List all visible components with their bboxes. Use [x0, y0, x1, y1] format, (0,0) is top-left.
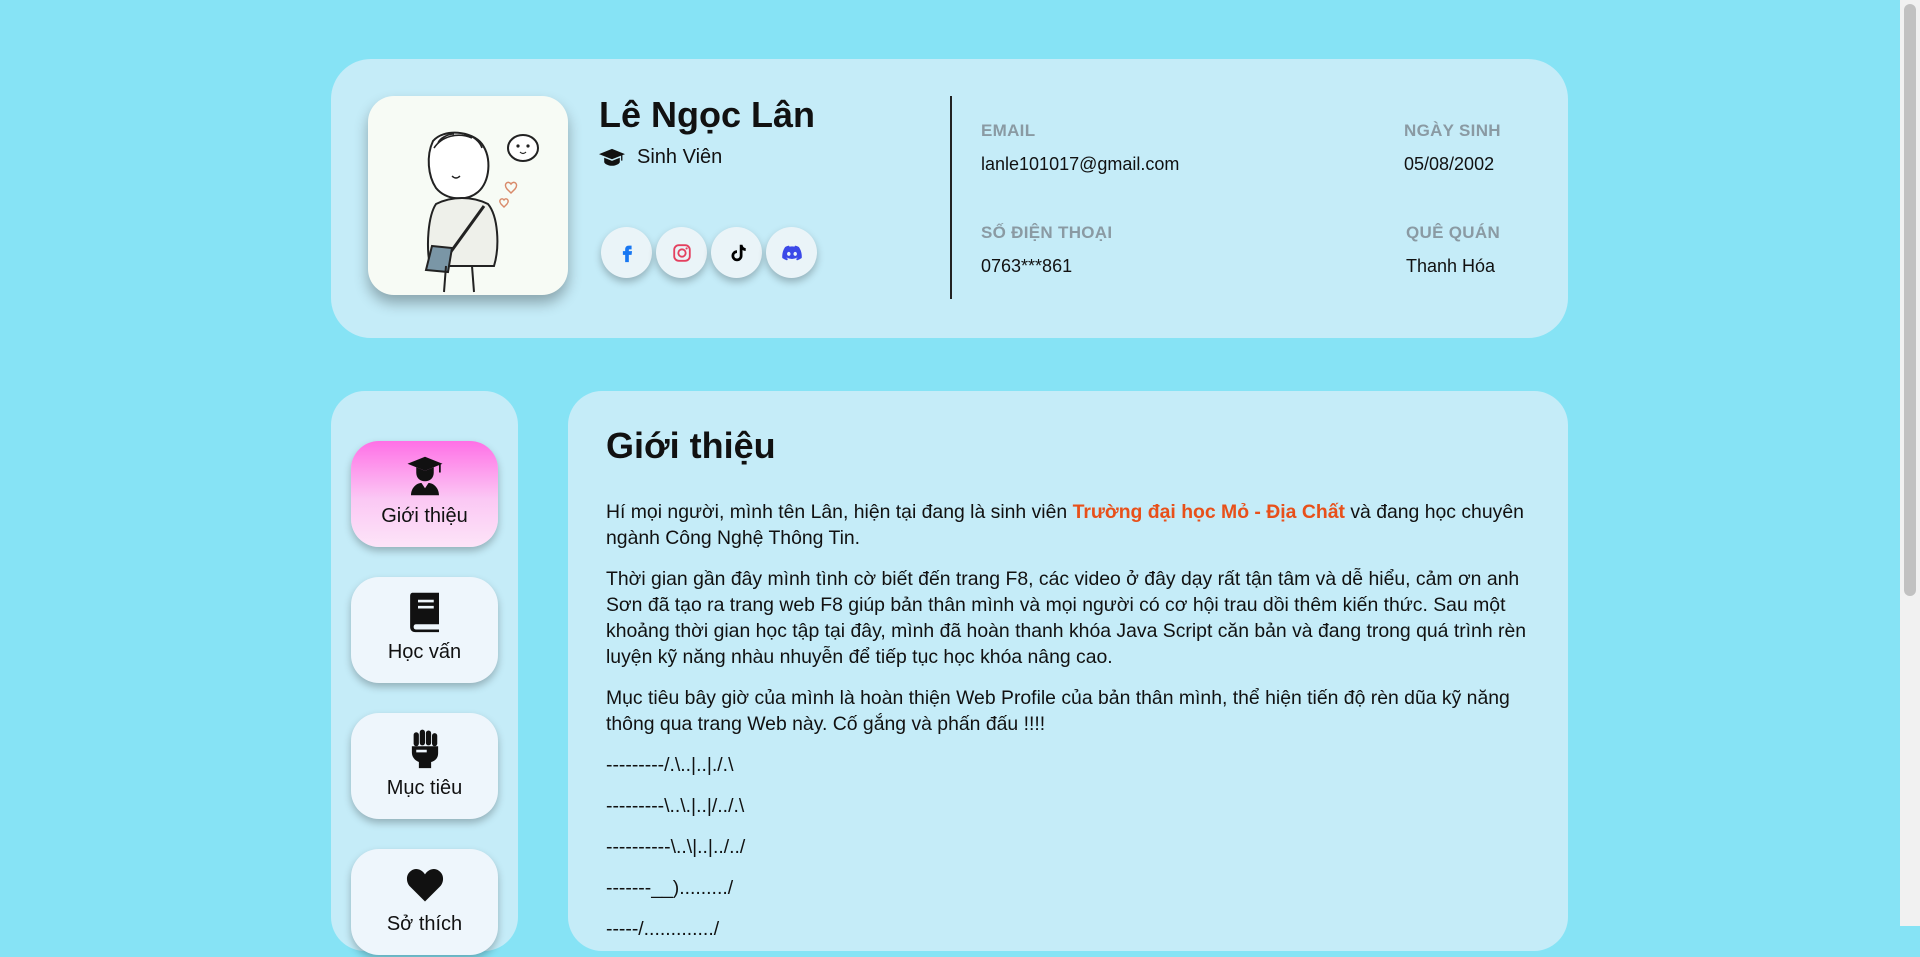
- email-info: EMAIL lanle101017@gmail.com: [981, 121, 1179, 175]
- dob-info: NGÀY SINH 05/08/2002: [1404, 121, 1501, 175]
- phone-value: 0763***861: [981, 256, 1073, 276]
- instagram-icon: [672, 243, 691, 262]
- hometown-value: Thanh Hóa: [1406, 256, 1496, 276]
- side-nav: Giới thiệu Học vấn Mục tiêu Sở thích: [331, 391, 518, 955]
- content-body: Hí mọi người, mình tên Lân, hiện tại đan…: [606, 499, 1536, 957]
- heart-icon: [406, 869, 443, 902]
- ascii-line-2: ---------\..\.|..|/../.\: [606, 795, 745, 817]
- nav-item-hoc-van[interactable]: Học vấn: [351, 577, 498, 683]
- nav-label-hoc-van: Học vấn: [387, 641, 462, 663]
- nav-label-so-thich: Sở thích: [386, 913, 463, 935]
- fist-icon: [411, 729, 438, 769]
- profile-card: Lê Ngọc Lân Sinh Viên EMAIL lanle101017@…: [331, 59, 1568, 338]
- ascii-line-3: ----------\..\|..|../../: [606, 836, 746, 858]
- avatar-illustration: [424, 131, 539, 293]
- phone-info: SỐ ĐIỆN THOẠI 0763***861: [981, 223, 1112, 277]
- nav-item-muc-tieu[interactable]: Mục tiêu: [351, 713, 498, 819]
- profile-role-text: Sinh Viên: [637, 146, 723, 168]
- ascii-line-4: -------__)........./: [606, 877, 734, 899]
- nav-label-gioi-thieu: Giới thiệu: [381, 505, 468, 527]
- dob-label: NGÀY SINH: [1404, 121, 1501, 140]
- profile-divider: [950, 96, 952, 299]
- hometown-label: QUÊ QUÁN: [1406, 223, 1501, 242]
- tiktok-button[interactable]: [711, 227, 762, 278]
- social-links: [601, 227, 817, 278]
- intro-paragraph-1: Hí mọi người, mình tên Lân, hiện tại đan…: [606, 499, 1536, 551]
- facebook-icon: [622, 245, 632, 262]
- phone-label: SỐ ĐIỆN THOẠI: [981, 223, 1113, 242]
- instagram-button[interactable]: [656, 227, 707, 278]
- discord-icon: [781, 245, 802, 260]
- intro-content: Giới thiệu Hí mọi người, mình tên Lân, h…: [568, 391, 1568, 951]
- nav-label-muc-tieu: Mục tiêu: [386, 777, 463, 799]
- graduation-cap-icon: [599, 148, 625, 166]
- graduate-icon: [407, 456, 442, 496]
- scrollbar-thumb[interactable]: [1904, 4, 1916, 596]
- nav-item-so-thich[interactable]: Sở thích: [351, 849, 498, 955]
- university-highlight: Trường đại học Mỏ - Địa Chất: [1072, 501, 1345, 523]
- page-scrollbar[interactable]: [1900, 0, 1920, 926]
- dob-value: 05/08/2002: [1404, 154, 1495, 174]
- tiktok-icon: [731, 244, 746, 261]
- email-label: EMAIL: [981, 121, 1036, 140]
- p1-text-before: Hí mọi người, mình tên Lân, hiện tại đan…: [606, 501, 1073, 523]
- content-title: Giới thiệu: [606, 425, 776, 466]
- profile-role: Sinh Viên: [599, 146, 722, 169]
- book-icon: [409, 592, 439, 633]
- avatar: [368, 96, 568, 295]
- ascii-line-1: ---------/.\..|..|./.\: [606, 754, 734, 776]
- profile-name: Lê Ngọc Lân: [599, 94, 816, 135]
- intro-paragraph-3: Mục tiêu bây giờ của mình là hoàn thiện …: [606, 687, 1510, 735]
- intro-paragraph-2: Thời gian gần đây mình tình cờ biết đến …: [606, 568, 1527, 668]
- nav-item-gioi-thieu[interactable]: Giới thiệu: [351, 441, 498, 547]
- discord-button[interactable]: [766, 227, 817, 278]
- facebook-button[interactable]: [601, 227, 652, 278]
- hometown-info: QUÊ QUÁN Thanh Hóa: [1406, 223, 1500, 277]
- email-value: lanle101017@gmail.com: [981, 154, 1180, 174]
- ascii-line-5: -----/............./: [606, 918, 720, 940]
